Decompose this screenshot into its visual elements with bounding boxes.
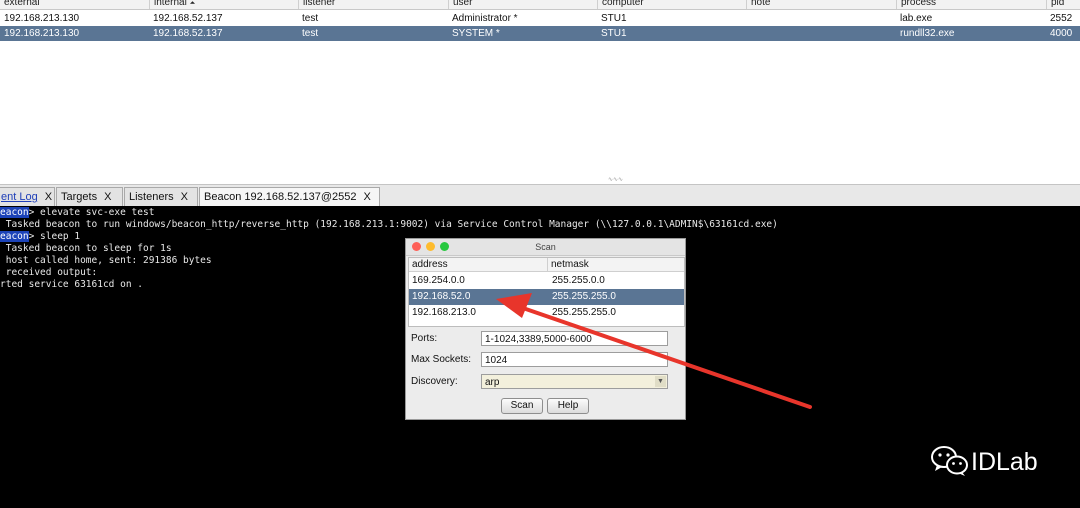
cell-netmask: 255.255.255.0 [552, 291, 616, 302]
cell-listener: test [302, 28, 319, 39]
cell-computer: STU1 [601, 13, 627, 24]
beacon-table: external internal ⏶ listener user comput… [0, 0, 1080, 183]
sort-ascending-icon: ⏶ [189, 0, 196, 7]
table-row[interactable]: 169.254.0.0 255.255.0.0 [409, 273, 684, 289]
console-line: rted service 63161cd on . [0, 279, 143, 290]
discovery-value: arp [485, 377, 500, 388]
network-table: address netmask 169.254.0.0 255.255.0.0 … [408, 257, 685, 327]
cell-internal: 192.168.52.137 [153, 13, 223, 24]
wechat-icon [931, 446, 968, 476]
cell-address: 169.254.0.0 [412, 275, 465, 286]
tab-event-log[interactable]: ent Log X [0, 187, 55, 206]
cell-pid: 4000 [1050, 28, 1073, 39]
cell-process: lab.exe [900, 13, 933, 24]
scan-dialog-titlebar[interactable]: Scan [406, 239, 685, 256]
ports-label: Ports: [411, 333, 438, 344]
close-icon[interactable]: X [363, 188, 370, 207]
col-netmask[interactable]: netmask [548, 258, 684, 272]
beacon-table-header: external internal ⏶ listener user comput… [0, 0, 1080, 10]
cell-pid: 2552 [1050, 13, 1073, 24]
cell-computer: STU1 [601, 28, 627, 39]
max-sockets-label: Max Sockets: [411, 354, 472, 365]
discovery-label: Discovery: [411, 376, 458, 387]
split-pane-grip-icon[interactable]: ∿∿∿ [608, 177, 623, 183]
cell-listener: test [302, 13, 319, 24]
help-button[interactable]: Help [547, 398, 589, 414]
col-user[interactable]: user [448, 0, 599, 9]
cell-internal: 192.168.52.137 [153, 28, 223, 39]
scan-dialog: Scan address netmask 169.254.0.0 255.255… [405, 238, 686, 420]
watermark-text: IDLab [971, 448, 1038, 476]
close-icon[interactable]: X [45, 188, 52, 207]
table-row[interactable]: 192.168.52.0 255.255.255.0 [409, 289, 684, 305]
console-line: host called home, sent: 291386 bytes [0, 255, 212, 266]
col-note[interactable]: note [746, 0, 897, 9]
tab-label: ent Log [1, 191, 38, 203]
table-row[interactable]: 192.168.213.130 192.168.52.137 test Admi… [0, 11, 1080, 26]
tab-label: Targets [61, 191, 98, 203]
max-sockets-field[interactable]: 1024 [481, 352, 668, 367]
cell-address: 192.168.52.0 [412, 291, 471, 302]
cell-external: 192.168.213.130 [4, 13, 80, 24]
prompt-label: eacon [0, 231, 29, 242]
tab-label: Beacon 192.168.52.137@2552 [204, 191, 357, 203]
tab-targets[interactable]: Targets X [56, 187, 123, 206]
tab-bar: ent Log X Targets X Listeners X Beacon 192.… [0, 184, 1080, 207]
col-process[interactable]: process [896, 0, 1047, 9]
console-line: eacon> elevate svc-exe test [0, 207, 155, 218]
table-row[interactable]: 192.168.213.130 192.168.52.137 test SYST… [0, 26, 1080, 41]
col-computer[interactable]: computer [597, 0, 748, 9]
col-external[interactable]: external [0, 0, 150, 9]
cell-process: rundll32.exe [900, 28, 955, 39]
cell-user: Administrator * [452, 13, 518, 24]
tab-label: Listeners [129, 191, 174, 203]
tab-listeners[interactable]: Listeners X [124, 187, 198, 206]
console-line: eacon> sleep 1 [0, 231, 81, 242]
console-line: Tasked beacon to run windows/beacon_http… [0, 219, 778, 230]
col-pid[interactable]: pid [1046, 0, 1080, 9]
discovery-select[interactable]: arp ▼ [481, 374, 668, 389]
close-icon[interactable]: X [181, 188, 188, 207]
col-listener[interactable]: listener [298, 0, 449, 9]
cell-external: 192.168.213.130 [4, 28, 80, 39]
scan-button[interactable]: Scan [501, 398, 543, 414]
console-line: received output: [0, 267, 98, 278]
cell-user: SYSTEM * [452, 28, 500, 39]
console-line: Tasked beacon to sleep for 1s [0, 243, 172, 254]
table-row[interactable]: 192.168.213.0 255.255.255.0 [409, 305, 684, 321]
prompt-label: eacon [0, 207, 29, 218]
col-internal[interactable]: internal ⏶ [149, 0, 300, 9]
close-icon[interactable]: X [104, 188, 111, 207]
cell-netmask: 255.255.255.0 [552, 307, 616, 318]
tab-beacon[interactable]: Beacon 192.168.52.137@2552 X [199, 187, 380, 206]
cell-address: 192.168.213.0 [412, 307, 476, 318]
chevron-down-icon: ▼ [655, 376, 666, 387]
cell-netmask: 255.255.0.0 [552, 275, 605, 286]
dialog-title: Scan [535, 242, 556, 252]
ports-field[interactable]: 1-1024,3389,5000-6000 [481, 331, 668, 346]
col-address[interactable]: address [409, 258, 548, 272]
